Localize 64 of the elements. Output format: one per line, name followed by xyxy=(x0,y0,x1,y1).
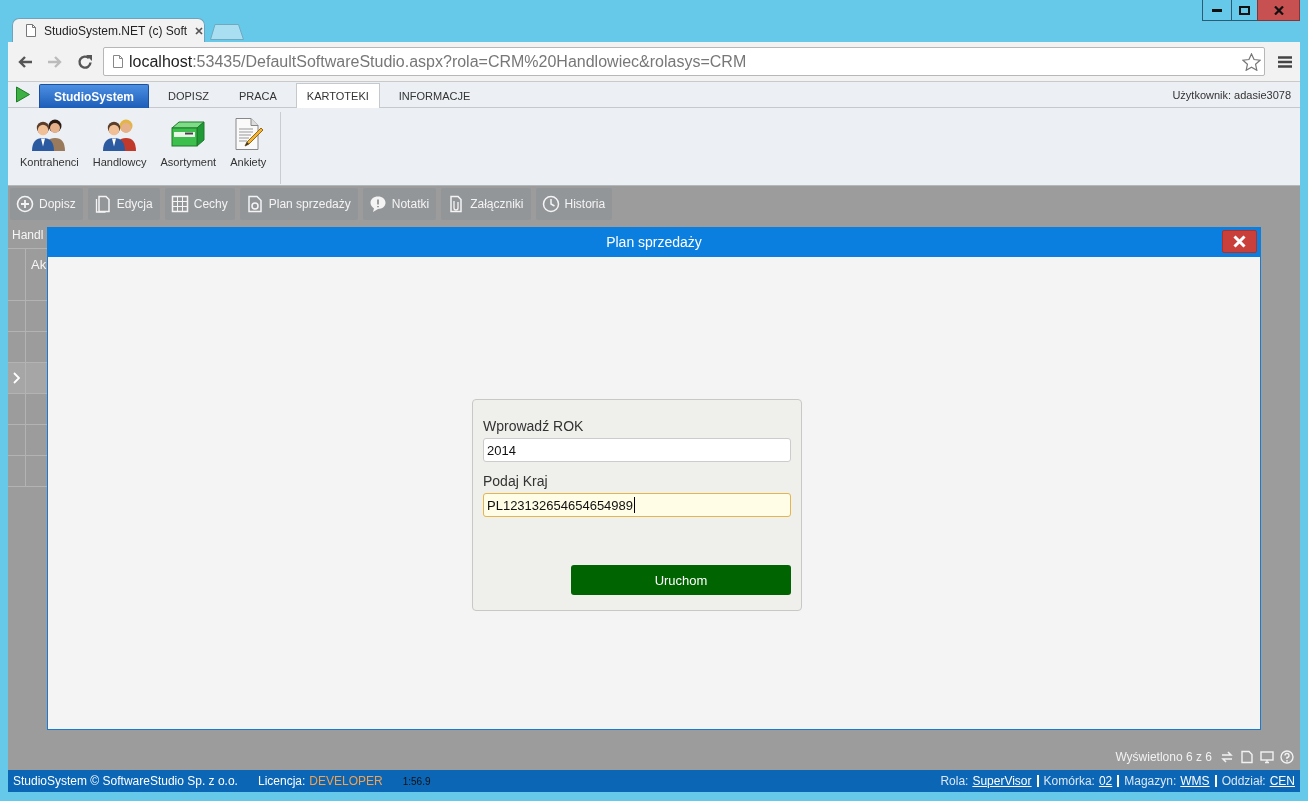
copyright-text: StudioSystem © SoftwareStudio Sp. z o.o. xyxy=(13,774,238,788)
page-icon xyxy=(113,55,123,68)
status-link[interactable]: 02 xyxy=(1098,774,1113,788)
new-tab-icon xyxy=(210,24,244,40)
ribbon-button[interactable]: Ankiety xyxy=(223,108,274,185)
status-link[interactable]: WMS xyxy=(1180,774,1210,788)
license-value: DEVELOPER xyxy=(309,774,383,788)
back-arrow-icon xyxy=(17,53,33,70)
help-icon xyxy=(1280,750,1294,764)
status-link[interactable]: SuperVisor xyxy=(972,774,1032,788)
input-field[interactable]: PL123132654654654989 xyxy=(483,493,791,517)
status-label: Oddział: xyxy=(1221,774,1266,788)
people-icon xyxy=(31,117,68,151)
forward-arrow-icon xyxy=(47,53,63,70)
status-link[interactable]: CEN xyxy=(1269,774,1295,788)
document-icon xyxy=(1240,750,1254,764)
menu-icon xyxy=(1278,55,1292,68)
browser-tab[interactable]: StudioSystem.NET (c) Soft xyxy=(12,18,205,42)
document-icon xyxy=(93,195,112,213)
status-label: Magazyn: xyxy=(1124,774,1177,788)
dialog-title: Plan sprzedaży xyxy=(606,234,702,250)
plus-icon xyxy=(16,195,34,213)
play-icon xyxy=(15,86,31,103)
close-icon xyxy=(195,26,204,35)
app-menu-button[interactable]: StudioSystem xyxy=(39,84,149,108)
menu-tab[interactable]: KARTOTEKI xyxy=(295,83,380,108)
field-label: Wprowadź ROK xyxy=(483,417,584,435)
chevron-icon xyxy=(13,372,20,384)
grid-icon xyxy=(170,195,189,213)
url-field[interactable]: localhost:53435/DefaultSoftwareStudio.aspx?rola=CRM%20Handlowiec&rolasys=CRM xyxy=(103,47,1265,76)
page-icon xyxy=(26,24,36,37)
status-label: Komórka: xyxy=(1043,774,1095,788)
close-icon xyxy=(1273,5,1284,15)
clock-icon xyxy=(541,195,560,213)
menu-tab[interactable]: DOPISZ xyxy=(157,83,220,107)
people-icon xyxy=(101,117,138,151)
star-icon xyxy=(1242,52,1261,71)
column-header: Ak xyxy=(31,257,47,272)
close-icon xyxy=(1233,234,1246,248)
close-button[interactable] xyxy=(1222,229,1257,253)
license-label: Licencja: xyxy=(257,774,306,788)
maximize-icon xyxy=(1239,5,1250,15)
status-label: Rola: xyxy=(940,774,969,788)
ribbon-button[interactable]: Asortyment xyxy=(153,108,224,185)
menu-tab[interactable]: PRACA xyxy=(227,83,288,107)
arrows-icon xyxy=(1220,750,1234,764)
field-label: Podaj Kraj xyxy=(483,472,548,490)
ribbon-button[interactable]: Kontrahenci xyxy=(13,108,86,185)
ribbon-button[interactable]: Handlowcy xyxy=(85,108,154,185)
monitor-icon xyxy=(1260,750,1274,764)
reload-icon xyxy=(77,53,93,70)
section-title: Handl xyxy=(12,228,44,242)
minimize-button[interactable] xyxy=(1202,0,1232,21)
user-label: Użytkownik: adasie3078 xyxy=(1172,88,1291,101)
document-icon xyxy=(245,195,264,213)
menu-tab[interactable]: INFORMACJE xyxy=(387,83,482,107)
text-cursor-icon xyxy=(634,497,636,513)
speech-bubble-icon xyxy=(368,195,387,213)
minimize-icon xyxy=(1212,8,1222,12)
record-count-text: Wyświetlono 6 z 6 xyxy=(1115,750,1212,764)
submit-button[interactable]: Uruchom xyxy=(571,565,791,595)
timer-text: 1:56.9 xyxy=(402,775,431,787)
input-field[interactable]: 2014 xyxy=(483,438,791,462)
close-button[interactable] xyxy=(1257,0,1300,21)
